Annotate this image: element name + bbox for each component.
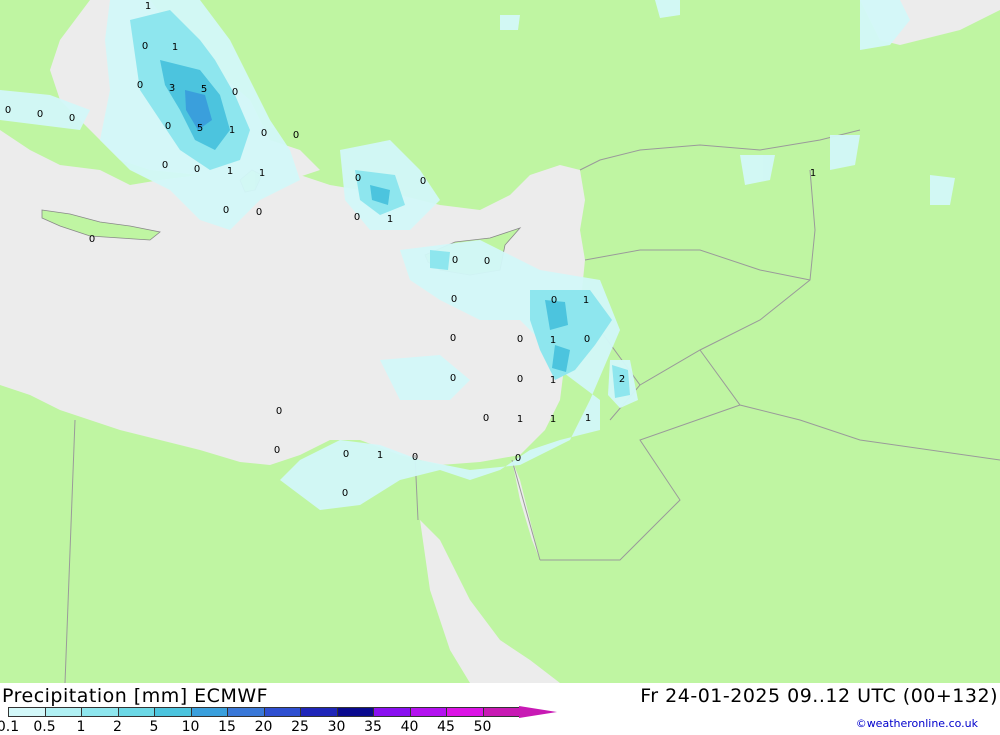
map-value-label: 1 [550,375,556,386]
map-value-label: 0 [354,212,360,223]
map-value-label: 0 [517,374,523,385]
map-value-label: 1 [517,414,523,425]
map-value-label: 1 [550,335,556,346]
map-title: Precipitation [mm] ECMWF [2,685,269,707]
map-value-label: 0 [276,406,282,417]
map-value-label: 5 [197,123,203,134]
precipitation-map: 1 0 1 0 3 5 0 0 0 0 0 5 1 0 0 0 1 1 0 0 … [0,0,1000,684]
legend-swatch [409,707,447,717]
map-value-label: 0 [162,160,168,171]
map-value-label: 1 [172,42,178,53]
map-timestamp: Fr 24-01-2025 09..12 UTC (00+132) [640,685,998,707]
map-value-label: 0 [515,453,521,464]
legend-swatch [117,707,155,717]
map-value-label: 0 [293,130,299,141]
legend-swatch [154,707,192,717]
map-value-label: 0 [450,373,456,384]
map-value-label: 3 [169,83,175,94]
legend-swatch [190,707,228,717]
map-value-label: 1 [377,450,383,461]
map-value-label: 0 [483,413,489,424]
map-value-label: 0 [517,334,523,345]
map-value-label: 0 [451,294,457,305]
map-value-label: 1 [229,125,235,136]
map-value-label: 0 [551,295,557,306]
legend-swatch [227,707,265,717]
legend-swatch [300,707,338,717]
map-value-label: 0 [450,333,456,344]
legend-swatch [482,707,520,717]
legend-swatch [336,707,374,717]
map-value-label: 0 [355,173,361,184]
map-value-label: 0 [194,164,200,175]
map-value-label: 0 [420,176,426,187]
map-value-label: 1 [810,168,816,179]
map-value-label: 0 [261,128,267,139]
map-value-label: 0 [69,113,75,124]
map-value-label: 1 [583,295,589,306]
map-value-label: 0 [5,105,11,116]
map-value-label: 1 [585,413,591,424]
map-value-label: 0 [89,234,95,245]
map-value-label: 0 [142,41,148,52]
legend-swatch [44,707,82,717]
map-value-label: 0 [37,109,43,120]
map-value-label: 1 [387,214,393,225]
map-value-label: 0 [232,87,238,98]
map-value-label: 0 [137,80,143,91]
map-value-label: 0 [256,207,262,218]
legend-swatch [446,707,484,717]
map-footer: Precipitation [mm] ECMWF Fr 24-01-2025 0… [0,683,1000,735]
legend-arrow [519,706,557,718]
legend-swatch [373,707,411,717]
map-value-label: 0 [584,334,590,345]
map-value-label: 0 [452,255,458,266]
legend-swatch [8,707,46,717]
map-value-label: 2 [619,374,625,385]
map-value-label: 0 [412,452,418,463]
map-value-label: 1 [145,1,151,12]
map-value-label: 0 [484,256,490,267]
map-value-label: 0 [343,449,349,460]
map-value-label: 0 [274,445,280,456]
map-value-label: 0 [223,205,229,216]
map-value-label: 0 [342,488,348,499]
map-value-label: 1 [550,414,556,425]
legend-swatch [263,707,301,717]
map-value-label: 5 [201,84,207,95]
map-value-label: 1 [227,166,233,177]
legend-swatch [81,707,119,717]
map-value-label: 1 [259,168,265,179]
credit-link[interactable]: ©weatheronline.co.uk [856,717,978,730]
map-value-label: 0 [165,121,171,132]
